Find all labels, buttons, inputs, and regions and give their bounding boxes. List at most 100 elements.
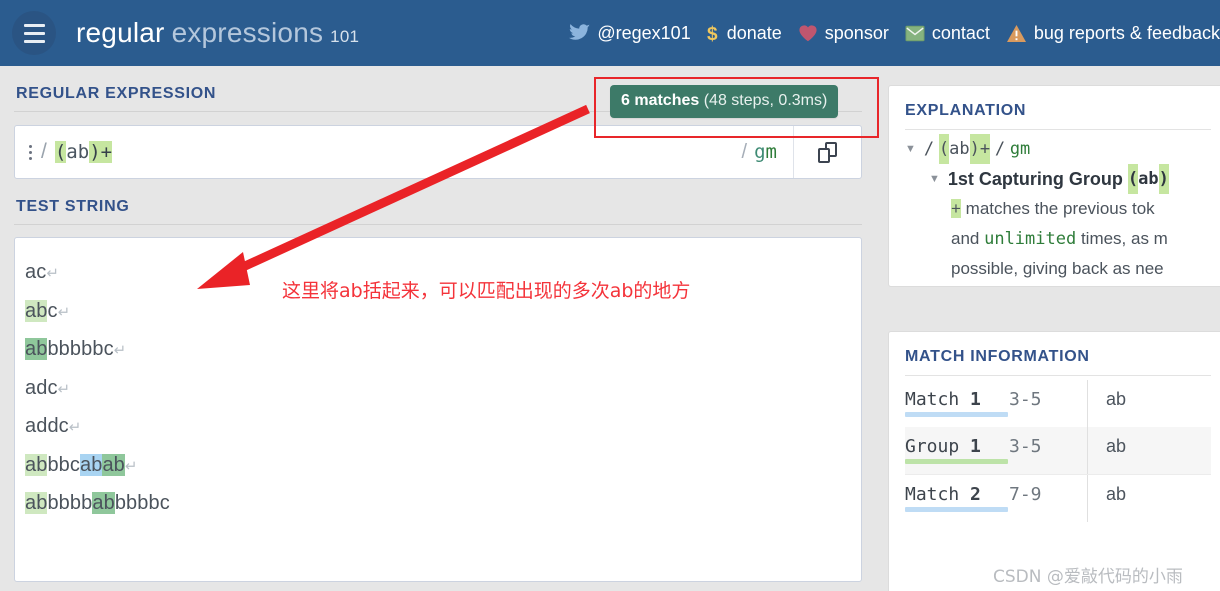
logo-word-regular: regular: [76, 17, 165, 48]
pilcrow-icon: ↵: [46, 265, 59, 282]
pattern-token-ab: ab: [66, 141, 90, 163]
segment-match: ab: [25, 299, 48, 322]
test-string-line: addc↵: [25, 408, 861, 447]
hamburger-menu-icon[interactable]: [12, 11, 56, 55]
twitter-bird-icon: [569, 24, 591, 42]
match-count-text: 6 matches: [621, 92, 700, 109]
nav-link-sponsor[interactable]: sponsor: [798, 23, 889, 44]
match-information-card: MATCH INFORMATION Match 1 3-5 ab Group 1: [888, 331, 1220, 591]
group-token-close-paren: ): [1158, 164, 1169, 194]
nav-link-twitter-label: @regex101: [597, 22, 691, 43]
kebab-dot-1: [29, 144, 32, 148]
match-counter-badge[interactable]: 6 matches (48 steps, 0.3ms): [610, 85, 839, 118]
match-info-name: Match 2: [905, 484, 1009, 512]
regex101-page: regular expressions 101 @regex101 $ dona…: [0, 0, 1220, 591]
kebab-dot-3: [29, 156, 32, 160]
segment-match: ab: [25, 492, 48, 514]
explanation-card: EXPLANATION ▼ / (ab)+ / gm ▼ 1st Capturi…: [888, 85, 1220, 287]
match-info-row[interactable]: Group 1 3-5 ab: [905, 427, 1211, 474]
regex-delimiter-right: /: [741, 140, 748, 163]
segment-match: ab: [92, 492, 115, 514]
site-logo[interactable]: regular expressions 101: [76, 19, 359, 47]
nav-link-twitter[interactable]: @regex101: [569, 22, 691, 44]
explanation-flags: gm: [1009, 139, 1031, 159]
kebab-dot-2: [29, 150, 32, 154]
explanation-group-row[interactable]: ▼ 1st Capturing Group (ab): [905, 164, 1211, 194]
match-info-index: 1: [970, 389, 981, 410]
copy-icon-front: [818, 147, 830, 163]
dollar-sign-icon: $: [707, 23, 720, 44]
test-string-line: abbbbbbc↵: [25, 331, 861, 370]
kebab-menu-icon[interactable]: [29, 144, 32, 160]
pilcrow-icon: ↵: [113, 342, 127, 359]
match-info-label-text: Match: [905, 484, 960, 505]
chevron-down-icon[interactable]: ▼: [905, 134, 916, 164]
segment-match: ab: [25, 453, 48, 476]
site-header: regular expressions 101 @regex101 $ dona…: [0, 0, 1220, 66]
match-info-row[interactable]: Match 2 7-9 ab: [905, 475, 1211, 522]
segment-plain: bbbbc: [114, 492, 170, 514]
explanation-quantifier-line-2: and unlimited times, as m: [905, 224, 1211, 254]
nav-link-bug-reports[interactable]: bug reports & feedback: [1006, 23, 1220, 44]
explanation-token-ab: ab: [949, 139, 970, 159]
match-info-underline: [905, 412, 1008, 417]
quantifier-prefix: and: [951, 229, 985, 248]
nav-link-contact[interactable]: contact: [905, 23, 990, 44]
heart-icon: [798, 24, 818, 42]
card-divider: [905, 129, 1211, 130]
explanation-quantifier-line-1: + matches the previous tok: [905, 194, 1211, 224]
test-string-line: adc↵: [25, 370, 861, 409]
match-info-value: ab: [1106, 389, 1127, 409]
watermark-text: CSDN @爱敲代码的小雨: [993, 567, 1183, 587]
segment-match: ab: [102, 453, 125, 476]
match-info-index: 2: [970, 484, 981, 505]
copy-regex-button[interactable]: [793, 126, 861, 178]
pilcrow-icon: ↵: [57, 380, 71, 398]
quantifier-suffix: times, as m: [1076, 229, 1168, 248]
regex-input-row[interactable]: / (ab)+ / gm: [14, 125, 862, 179]
logo-word-expressions: expressions: [171, 17, 324, 48]
menu-bar-2: [23, 31, 45, 35]
logo-suffix-101: 101: [330, 27, 360, 46]
regex-delimiter-left: /: [41, 140, 47, 163]
segment-plain: adc: [25, 376, 58, 399]
menu-bar-3: [23, 39, 45, 43]
explanation-quantifier-line-3: possible, giving back as nee: [951, 259, 1164, 278]
explanation-slash-left: /: [923, 139, 935, 159]
explanation-label: EXPLANATION: [905, 102, 1027, 119]
segment-plain: bbbb: [47, 492, 93, 514]
header-nav: @regex101 $ donate sponsor contact bug r…: [569, 23, 1220, 44]
match-info-name: Match 1: [905, 389, 1009, 417]
group-token-open-paren: (: [1127, 164, 1139, 194]
match-info-index: 1: [970, 436, 981, 457]
segment-plain: bbbbbc: [47, 338, 114, 360]
regex-input[interactable]: / (ab)+ / gm: [15, 126, 793, 178]
flag-multiline: m: [765, 141, 777, 163]
match-steps-text: (48 steps, 0.3ms): [699, 92, 828, 109]
nav-link-donate[interactable]: $ donate: [707, 23, 782, 44]
regex-pattern[interactable]: (ab)+: [54, 141, 113, 163]
match-info-underline: [905, 507, 1008, 512]
quantifier-keyword-unlimited: unlimited: [984, 229, 1077, 249]
envelope-icon: [905, 25, 925, 42]
chevron-down-icon[interactable]: ▼: [929, 164, 940, 194]
section-divider-2: [14, 224, 862, 225]
pilcrow-icon: ↵: [68, 419, 82, 436]
svg-text:$: $: [707, 24, 718, 44]
segment-plain: c: [47, 299, 58, 322]
match-info-range: 3-5: [1009, 436, 1042, 457]
test-string-label: TEST STRING: [16, 198, 130, 215]
explanation-token-open-paren: (: [938, 134, 950, 164]
card-divider: [905, 375, 1211, 376]
segment-match-hover: ab: [80, 453, 103, 476]
test-string-line: abbbbbabbbbbc: [25, 485, 861, 522]
pattern-token-open-paren: (: [54, 141, 67, 163]
regex-flags[interactable]: gm: [754, 141, 777, 163]
match-info-row[interactable]: Match 1 3-5 ab: [905, 380, 1211, 427]
match-info-label-text: Match: [905, 389, 960, 410]
match-info-value: ab: [1106, 484, 1127, 504]
match-info-range: 7-9: [1009, 484, 1042, 505]
segment-plain: addc: [25, 415, 69, 437]
explanation-pattern-row[interactable]: ▼ / (ab)+ / gm: [905, 134, 1211, 164]
regex-flags-area[interactable]: / gm: [742, 141, 787, 164]
